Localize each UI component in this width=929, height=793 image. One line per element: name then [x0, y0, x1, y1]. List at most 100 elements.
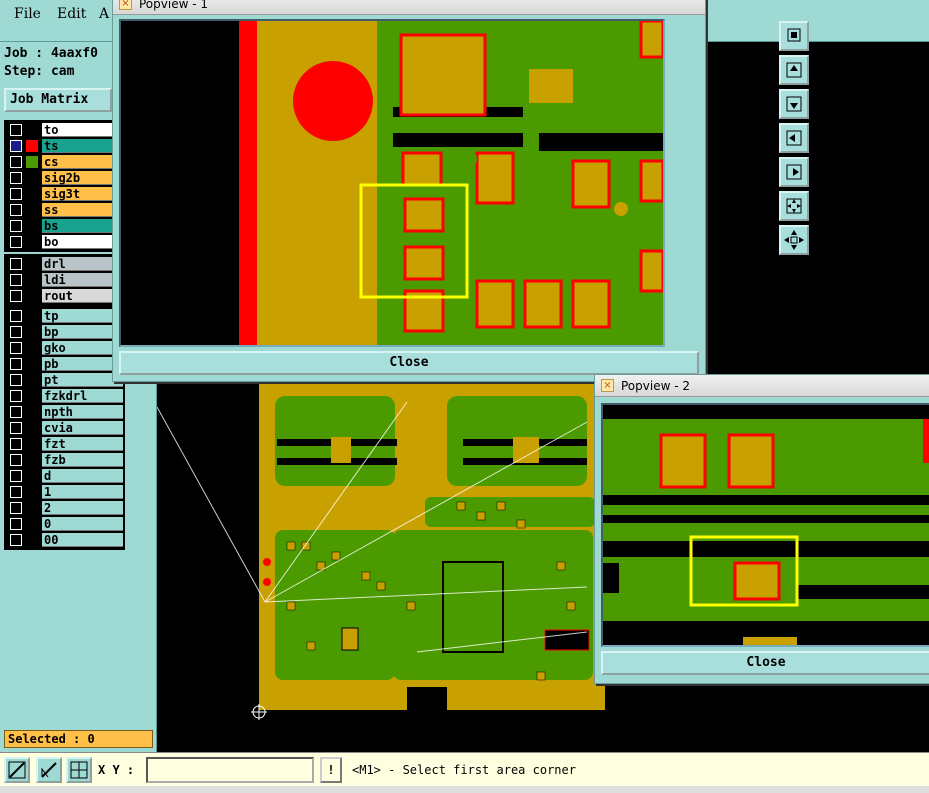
layer-checkbox[interactable]	[10, 406, 22, 418]
layer-row-bo[interactable]: bo	[6, 234, 123, 250]
layer-checkbox[interactable]	[10, 124, 22, 136]
layer-name: fzb	[42, 453, 123, 467]
layer-name: pb	[42, 357, 123, 371]
popview-1-canvas[interactable]	[119, 19, 665, 347]
zoom-fit-icon[interactable]	[779, 21, 809, 51]
layer-row-ts[interactable]: ts	[6, 138, 123, 154]
layer-row-cvia[interactable]: cvia	[6, 420, 123, 436]
popview-1-window: ⨯ Popview - 1 Close	[112, 0, 809, 382]
layer-checkbox[interactable]	[10, 390, 22, 402]
layer-row-rout[interactable]: rout	[6, 288, 123, 304]
layer-color-swatch	[26, 342, 38, 354]
layer-row-sig2b[interactable]: sig2b	[6, 170, 123, 186]
pan-down-icon[interactable]	[779, 89, 809, 119]
layer-checkbox[interactable]	[10, 438, 22, 450]
popview-2-close-button[interactable]: Close	[601, 651, 929, 675]
layer-row-to[interactable]: to	[6, 122, 123, 138]
layer-color-swatch	[26, 258, 38, 270]
layer-row-fzb[interactable]: fzb	[6, 452, 123, 468]
layer-row-pb[interactable]: pb	[6, 356, 123, 372]
layer-row-drl[interactable]: drl	[6, 256, 123, 272]
layer-name: d	[42, 469, 123, 483]
layer-color-swatch	[26, 518, 38, 530]
layer-row-ss[interactable]: ss	[6, 202, 123, 218]
layer-checkbox[interactable]	[10, 518, 22, 530]
popview-1-titlebar[interactable]: ⨯ Popview - 1	[113, 0, 705, 15]
popview-1-title: Popview - 1	[139, 0, 208, 11]
layer-checkbox[interactable]	[10, 274, 22, 286]
layer-color-swatch	[26, 204, 38, 216]
layer-row-0[interactable]: 0	[6, 516, 123, 532]
app-icon: ⨯	[601, 379, 614, 392]
layer-row-npth[interactable]: npth	[6, 404, 123, 420]
popview-1-graphic	[121, 21, 663, 345]
grid-icon[interactable]	[66, 757, 92, 783]
layer-checkbox[interactable]	[10, 204, 22, 216]
layer-checkbox[interactable]	[10, 422, 22, 434]
layer-checkbox[interactable]	[10, 290, 22, 302]
alert-button[interactable]: !	[320, 757, 342, 783]
layer-row-tp[interactable]: tp	[6, 308, 123, 324]
layer-name: npth	[42, 405, 123, 419]
layer-checkbox[interactable]	[10, 188, 22, 200]
layer-row-pt[interactable]: pt	[6, 372, 123, 388]
popview-2-canvas[interactable]	[601, 403, 929, 647]
layer-name: sig3t	[42, 187, 123, 201]
layer-row-fzkdrl[interactable]: fzkdrl	[6, 388, 123, 404]
zoom-in-icon[interactable]	[779, 191, 809, 221]
layer-checkbox[interactable]	[10, 454, 22, 466]
layer-name: rout	[42, 289, 123, 303]
layer-row-bs[interactable]: bs	[6, 218, 123, 234]
xy-input[interactable]	[146, 757, 314, 783]
menu-edit[interactable]: Edit	[57, 6, 86, 22]
pan-up-icon[interactable]	[779, 55, 809, 85]
layer-row-d[interactable]: d	[6, 468, 123, 484]
layer-row-bp[interactable]: bp	[6, 324, 123, 340]
layer-row-cs[interactable]: cs	[6, 154, 123, 170]
pan-left-icon[interactable]	[779, 123, 809, 153]
popview-2-window: ⨯ Popview - 2 Close	[594, 374, 929, 684]
measure-icon[interactable]	[4, 757, 30, 783]
job-matrix-button[interactable]: Job Matrix	[4, 88, 112, 112]
layer-row-2[interactable]: 2	[6, 500, 123, 516]
layer-name: to	[42, 123, 123, 137]
layer-name: fzt	[42, 437, 123, 451]
layer-row-fzt[interactable]: fzt	[6, 436, 123, 452]
board-layers-list: to ts cs sig2b sig3t ss bs bo	[4, 120, 125, 252]
pan-right-icon[interactable]	[779, 157, 809, 187]
layer-row-gko[interactable]: gko	[6, 340, 123, 356]
zoom-out-icon[interactable]	[779, 225, 809, 255]
layer-name: 00	[42, 533, 123, 547]
menu-actions[interactable]: A	[99, 6, 109, 22]
layer-color-swatch	[26, 172, 38, 184]
layer-checkbox[interactable]	[10, 358, 22, 370]
layer-color-swatch	[26, 310, 38, 322]
layer-checkbox[interactable]	[10, 342, 22, 354]
layer-row-ldi[interactable]: ldi	[6, 272, 123, 288]
layer-checkbox[interactable]	[10, 534, 22, 546]
layer-row-00[interactable]: 00	[6, 532, 123, 548]
layer-checkbox[interactable]	[10, 326, 22, 338]
layer-checkbox[interactable]	[10, 172, 22, 184]
layer-name: ss	[42, 203, 123, 217]
layer-checkbox[interactable]	[10, 236, 22, 248]
layer-checkbox[interactable]	[10, 140, 22, 152]
popview-2-titlebar[interactable]: ⨯ Popview - 2	[595, 375, 929, 397]
layer-row-1[interactable]: 1	[6, 484, 123, 500]
menu-file[interactable]: File	[14, 6, 41, 22]
layer-checkbox[interactable]	[10, 502, 22, 514]
layer-color-swatch	[26, 502, 38, 514]
layer-checkbox[interactable]	[10, 156, 22, 168]
layer-name: 0	[42, 517, 123, 531]
layer-row-sig3t[interactable]: sig3t	[6, 186, 123, 202]
layer-checkbox[interactable]	[10, 486, 22, 498]
layer-checkbox[interactable]	[10, 374, 22, 386]
layer-checkbox[interactable]	[10, 470, 22, 482]
layer-checkbox[interactable]	[10, 220, 22, 232]
popview-1-close-button[interactable]: Close	[119, 351, 699, 375]
app-icon: ⨯	[119, 0, 132, 10]
layer-checkbox[interactable]	[10, 258, 22, 270]
layer-color-swatch	[26, 274, 38, 286]
layer-checkbox[interactable]	[10, 310, 22, 322]
snap-icon[interactable]	[36, 757, 62, 783]
